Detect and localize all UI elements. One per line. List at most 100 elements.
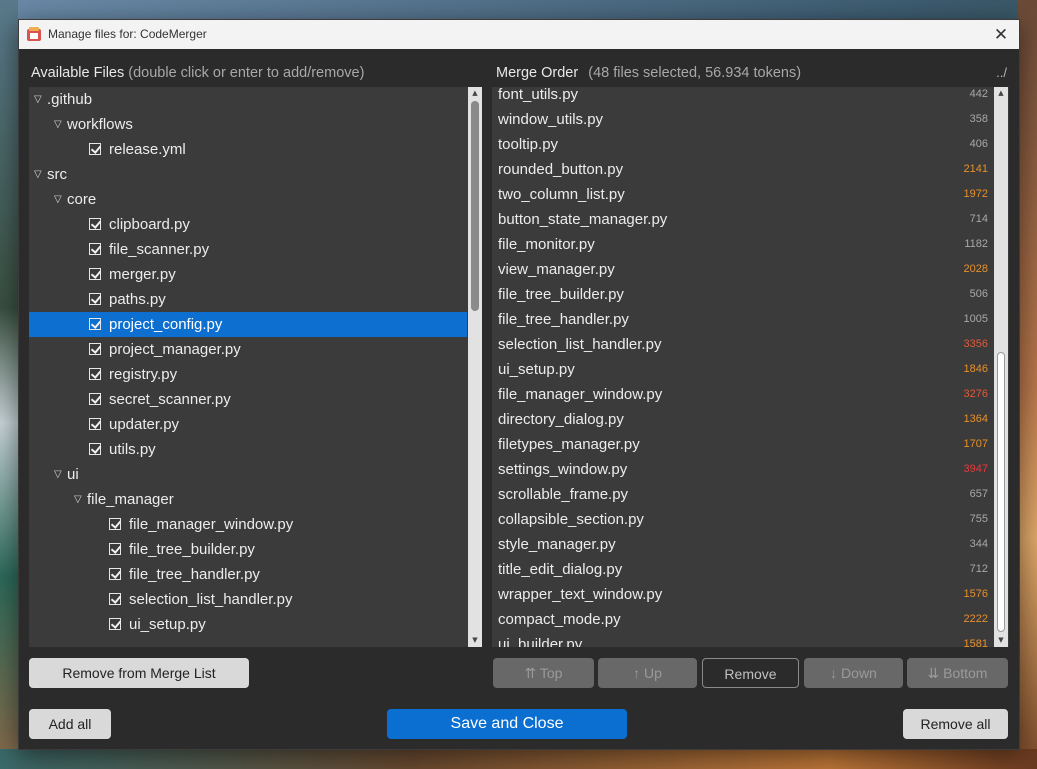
merge-list-item[interactable]: selection_list_handler.py 3356: [492, 332, 992, 357]
merge-list-item[interactable]: style_manager.py 344: [492, 532, 992, 557]
merge-scrollbar[interactable]: ▲ ▼: [994, 87, 1008, 647]
parent-directory-link[interactable]: ../: [996, 65, 1007, 80]
merge-order-summary: (48 files selected, 56.934 tokens): [588, 65, 802, 81]
available-files-tree[interactable]: ▽ .github ▽ workflows release.yml ▽ src ▽ core cl…: [29, 87, 482, 647]
merge-list-item[interactable]: rounded_button.py 2141: [492, 157, 992, 182]
checkbox-checked-icon[interactable]: [89, 418, 101, 430]
tree-file-row[interactable]: merger.py: [29, 262, 467, 287]
checkbox-checked-icon[interactable]: [89, 368, 101, 380]
tree-file-row[interactable]: clipboard.py: [29, 212, 467, 237]
tree-folder-row[interactable]: ▽ core: [29, 187, 467, 212]
tree-file-row[interactable]: updater.py: [29, 412, 467, 437]
token-count: 3276: [963, 388, 988, 400]
merge-list-item[interactable]: settings_window.py 3947: [492, 457, 992, 482]
tree-file-label: file_manager_window.py: [129, 516, 294, 533]
tree-file-row[interactable]: file_scanner.py: [29, 237, 467, 262]
tree-file-row[interactable]: file_tree_builder.py: [29, 537, 467, 562]
expand-toggle-icon[interactable]: ▽: [54, 187, 66, 212]
tree-file-row[interactable]: selection_list_handler.py: [29, 587, 467, 612]
tree-scroll-thumb[interactable]: [471, 101, 479, 311]
remove-button[interactable]: Remove: [702, 658, 799, 688]
merge-list-item[interactable]: collapsible_section.py 755: [492, 507, 992, 532]
merge-list-item[interactable]: window_utils.py 358: [492, 107, 992, 132]
tree-file-row[interactable]: ui_setup.py: [29, 612, 467, 637]
expand-toggle-icon[interactable]: ▽: [34, 87, 46, 112]
tree-file-row[interactable]: file_tree_handler.py: [29, 562, 467, 587]
merge-list-item[interactable]: ui_setup.py 1846: [492, 357, 992, 382]
scroll-down-arrow-icon[interactable]: ▼: [468, 635, 482, 646]
token-count: 1846: [963, 363, 988, 375]
checkbox-checked-icon[interactable]: [109, 568, 121, 580]
tree-file-row[interactable]: registry.py: [29, 362, 467, 387]
move-down-button[interactable]: ↓ Down: [804, 658, 903, 688]
merge-file-name: compact_mode.py: [498, 611, 621, 628]
tree-folder-row[interactable]: ▽ workflows: [29, 112, 467, 137]
merge-list-item[interactable]: two_column_list.py 1972: [492, 182, 992, 207]
add-all-button[interactable]: Add all: [29, 709, 111, 739]
checkbox-checked-icon[interactable]: [109, 518, 121, 530]
checkbox-checked-icon[interactable]: [109, 543, 121, 555]
checkbox-checked-icon[interactable]: [89, 393, 101, 405]
tree-file-label: merger.py: [109, 266, 176, 283]
merge-list-item[interactable]: button_state_manager.py 714: [492, 207, 992, 232]
merge-list-item[interactable]: file_tree_handler.py 1005: [492, 307, 992, 332]
tree-file-row[interactable]: project_config.py: [29, 312, 467, 337]
checkbox-checked-icon[interactable]: [89, 443, 101, 455]
merge-list-item[interactable]: ui_builder.py 1581: [492, 632, 992, 647]
merge-list-item[interactable]: directory_dialog.py 1364: [492, 407, 992, 432]
merge-list-item[interactable]: scrollable_frame.py 657: [492, 482, 992, 507]
move-up-button[interactable]: ↑ Up: [598, 658, 697, 688]
merge-list-item[interactable]: file_monitor.py 1182: [492, 232, 992, 257]
expand-toggle-icon[interactable]: ▽: [74, 487, 86, 512]
checkbox-checked-icon[interactable]: [109, 618, 121, 630]
tree-scrollbar[interactable]: ▲ ▼: [468, 87, 482, 647]
expand-toggle-icon[interactable]: ▽: [34, 162, 46, 187]
tree-folder-row[interactable]: ▽ file_manager: [29, 487, 467, 512]
close-icon[interactable]: ✕: [989, 23, 1013, 47]
expand-toggle-icon[interactable]: ▽: [54, 462, 66, 487]
title-bar[interactable]: Manage files for: CodeMerger ✕: [19, 20, 1019, 49]
merge-list-item[interactable]: compact_mode.py 2222: [492, 607, 992, 632]
move-bottom-button[interactable]: ⇊ Bottom: [907, 658, 1008, 688]
save-and-close-button[interactable]: Save and Close: [387, 709, 627, 739]
tree-file-row[interactable]: project_manager.py: [29, 337, 467, 362]
tree-file-label: release.yml: [109, 141, 186, 158]
scroll-up-arrow-icon[interactable]: ▲: [994, 88, 1008, 99]
scroll-up-arrow-icon[interactable]: ▲: [468, 88, 482, 99]
checkbox-checked-icon[interactable]: [109, 593, 121, 605]
scroll-down-arrow-icon[interactable]: ▼: [994, 635, 1008, 646]
checkbox-checked-icon[interactable]: [89, 143, 101, 155]
remove-all-button[interactable]: Remove all: [903, 709, 1008, 739]
token-count: 657: [969, 488, 988, 500]
merge-list-item[interactable]: file_manager_window.py 3276: [492, 382, 992, 407]
merge-scroll-thumb[interactable]: [997, 352, 1005, 632]
move-top-button[interactable]: ⇈ Top: [493, 658, 594, 688]
tree-folder-row[interactable]: ▽ src: [29, 162, 467, 187]
merge-list-item[interactable]: font_utils.py 442: [492, 87, 992, 107]
tree-file-row[interactable]: secret_scanner.py: [29, 387, 467, 412]
checkbox-checked-icon[interactable]: [89, 293, 101, 305]
tree-file-label: ui_setup.py: [129, 616, 206, 633]
merge-order-title: Merge Order: [496, 65, 579, 81]
tree-file-row[interactable]: release.yml: [29, 137, 467, 162]
tree-file-row[interactable]: utils.py: [29, 437, 467, 462]
merge-list-item[interactable]: file_tree_builder.py 506: [492, 282, 992, 307]
merge-list-item[interactable]: title_edit_dialog.py 712: [492, 557, 992, 582]
tree-folder-row[interactable]: ▽ ui: [29, 462, 467, 487]
tree-file-row[interactable]: file_manager_window.py: [29, 512, 467, 537]
merge-list-item[interactable]: tooltip.py 406: [492, 132, 992, 157]
tree-file-row[interactable]: paths.py: [29, 287, 467, 312]
merge-list-item[interactable]: filetypes_manager.py 1707: [492, 432, 992, 457]
checkbox-checked-icon[interactable]: [89, 243, 101, 255]
expand-toggle-icon[interactable]: ▽: [54, 112, 66, 137]
checkbox-checked-icon[interactable]: [89, 218, 101, 230]
merge-list-item[interactable]: view_manager.py 2028: [492, 257, 992, 282]
merge-order-list[interactable]: font_utils.py 442 window_utils.py 358 toolti…: [492, 87, 1009, 647]
token-count: 3356: [963, 338, 988, 350]
checkbox-checked-icon[interactable]: [89, 318, 101, 330]
checkbox-checked-icon[interactable]: [89, 268, 101, 280]
tree-folder-row[interactable]: ▽ .github: [29, 87, 467, 112]
checkbox-checked-icon[interactable]: [89, 343, 101, 355]
remove-from-merge-list-button[interactable]: Remove from Merge List: [29, 658, 249, 688]
merge-list-item[interactable]: wrapper_text_window.py 1576: [492, 582, 992, 607]
